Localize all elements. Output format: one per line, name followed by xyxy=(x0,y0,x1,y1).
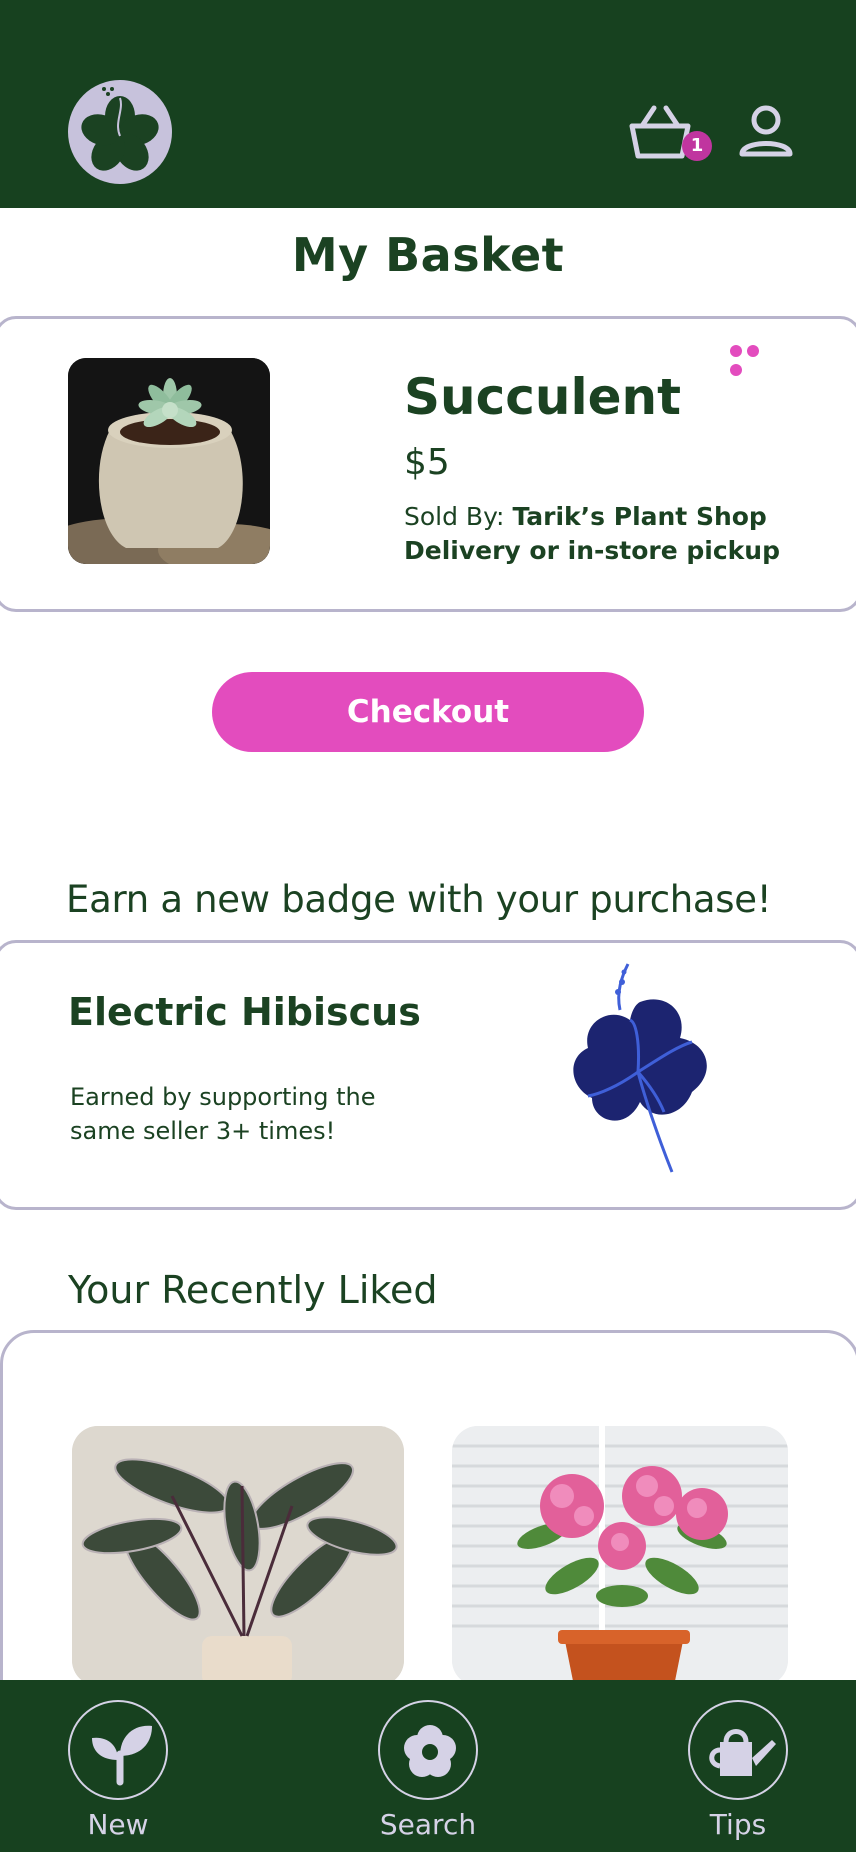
badge-name: Electric Hibiscus xyxy=(68,990,421,1034)
more-options-button[interactable] xyxy=(730,342,780,376)
nav-tips-button[interactable]: Tips xyxy=(668,1700,808,1841)
watering-can-icon xyxy=(688,1700,788,1800)
sold-by-label: Sold By: xyxy=(404,502,505,531)
profile-button[interactable] xyxy=(736,104,796,164)
flower-logo-icon[interactable] xyxy=(68,80,172,184)
flower-search-icon xyxy=(378,1700,478,1800)
nav-new-label: New xyxy=(87,1808,149,1841)
recently-liked-heading: Your Recently Liked xyxy=(68,1268,438,1312)
badge-section-heading: Earn a new badge with your purchase! xyxy=(66,878,772,921)
fulfillment-text: Delivery or in-store pickup xyxy=(404,536,780,565)
seller-line: Sold By: Tarik’s Plant Shop xyxy=(404,502,767,531)
basket-count-badge: 1 xyxy=(682,131,712,161)
product-name[interactable]: Succulent xyxy=(404,368,681,426)
nav-tips-label: Tips xyxy=(709,1808,767,1841)
calathea-plant-photo[interactable] xyxy=(72,1426,404,1686)
nav-search-button[interactable]: Search xyxy=(358,1700,498,1841)
basket-icon xyxy=(629,105,691,159)
checkout-button[interactable]: Checkout xyxy=(212,672,644,752)
more-dots-icon xyxy=(730,345,742,357)
hibiscus-icon xyxy=(560,962,720,1176)
nav-search-label: Search xyxy=(379,1808,477,1841)
nav-new-button[interactable]: New xyxy=(48,1700,188,1841)
badge-description: Earned by supporting the same seller 3+ … xyxy=(70,1083,376,1145)
sprout-icon xyxy=(68,1700,168,1800)
user-icon xyxy=(739,105,793,157)
succulent-product-image[interactable] xyxy=(68,358,270,564)
pink-hydrangea-photo[interactable] xyxy=(452,1426,788,1686)
product-price: $5 xyxy=(404,442,450,483)
badge-card xyxy=(0,940,856,1210)
page-title: My Basket xyxy=(291,228,565,282)
seller-name[interactable]: Tarik’s Plant Shop xyxy=(512,502,766,531)
